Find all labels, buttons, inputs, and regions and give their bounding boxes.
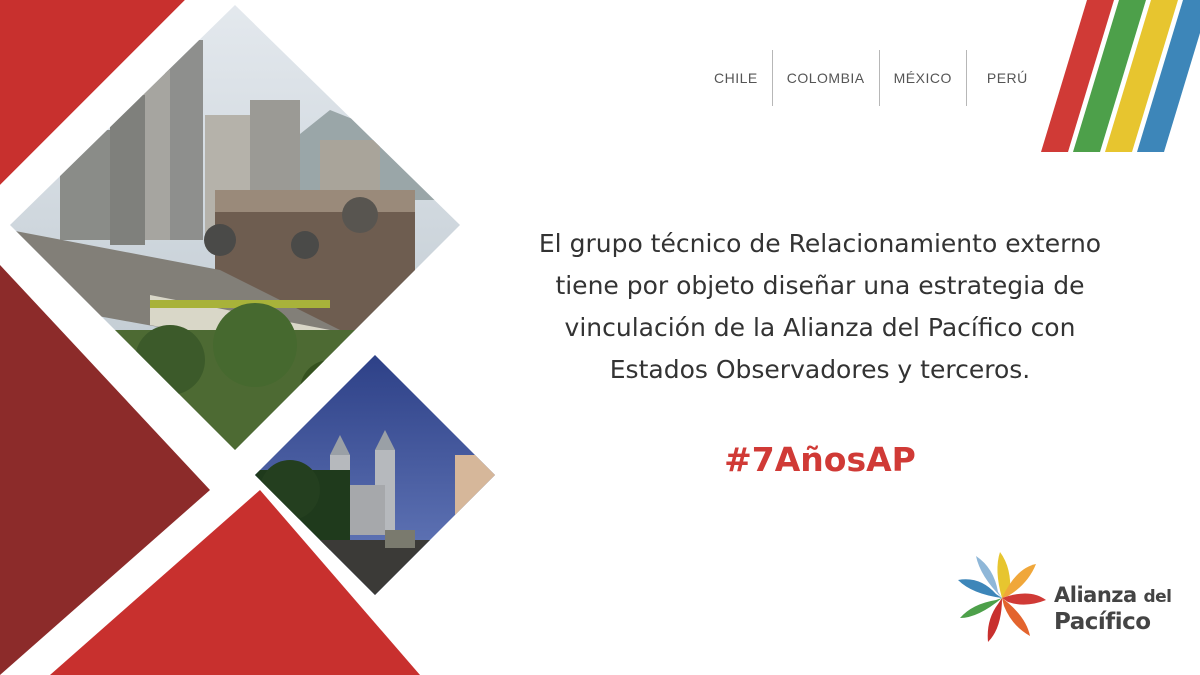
logo-word-del: del	[1143, 587, 1172, 607]
country-chile: CHILE	[714, 70, 758, 86]
logo-line-1: Alianza del	[1054, 583, 1172, 610]
main-message: El grupo técnico de Relacionamiento exte…	[538, 229, 1102, 384]
alianza-logo-text: Alianza del Pacífico	[1054, 583, 1172, 635]
country-mexico: MÉXICO	[893, 70, 952, 86]
country-colombia: COLOMBIA	[786, 70, 865, 86]
country-peru: PERÚ	[986, 70, 1028, 86]
logo-line-2: Pacífico	[1054, 609, 1151, 635]
hashtag: #7AñosAP	[724, 440, 916, 479]
country-list: CHILE COLOMBIA MÉXICO PERÚ	[700, 50, 1042, 106]
stripes-decoration-icon	[1041, 0, 1200, 152]
logo-word-alianza: Alianza	[1054, 583, 1137, 607]
